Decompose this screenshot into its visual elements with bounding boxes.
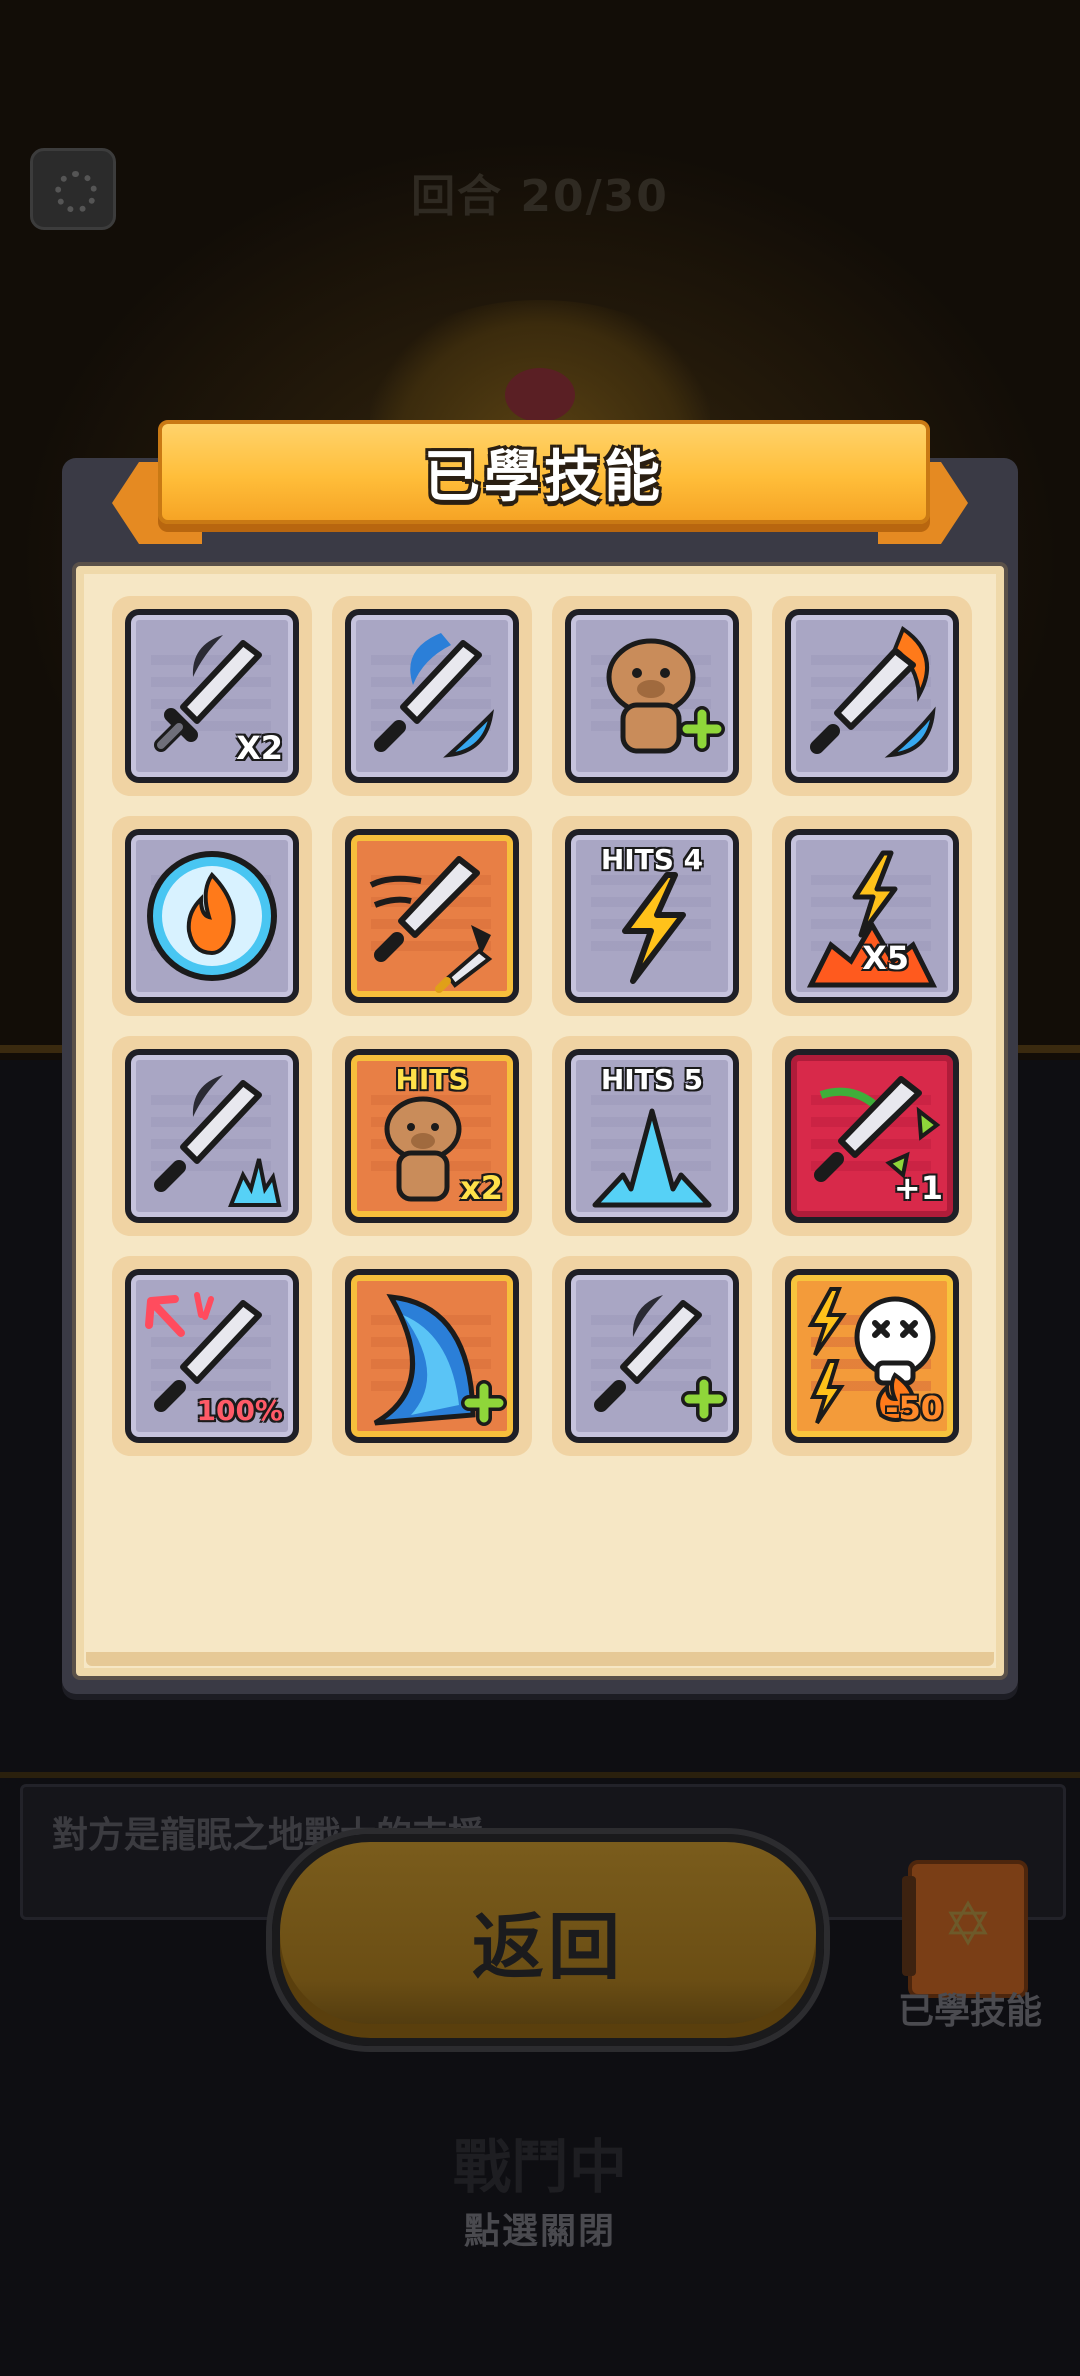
skill-slot [552, 1256, 752, 1456]
skill-slot: -50 [772, 1256, 972, 1456]
fire-orb-icon [147, 851, 277, 981]
skill-badge: HITS 5 [600, 1063, 704, 1096]
skill-tile[interactable] [345, 829, 519, 1003]
skill-tile[interactable]: X2 [125, 609, 299, 783]
skill-tile[interactable]: +1 [785, 1049, 959, 1223]
skill-tile[interactable]: HITS x2 [345, 1049, 519, 1223]
bottom-status-text: 戰鬥中 [452, 2133, 627, 2201]
skill-tile[interactable]: X5 [785, 829, 959, 1003]
wave-plus-icon [373, 1294, 507, 1426]
crest-gem-icon [505, 368, 575, 422]
skill-slot: HITS 4 [552, 816, 752, 1016]
skill-badge: +1 [893, 1169, 943, 1207]
skill-badge: -50 [885, 1389, 943, 1427]
skill-tile[interactable]: -50 [785, 1269, 959, 1443]
panel-title-banner: 已學技能 [158, 420, 930, 524]
skill-slot [112, 1036, 312, 1236]
round-counter: 回合 20/30 [411, 171, 669, 222]
skill-slot: +1 [772, 1036, 972, 1236]
learned-skills-side-label: 已學技能 [897, 1991, 1042, 2032]
learned-skills-side-button[interactable]: ✡ [902, 1860, 1028, 1998]
skill-grid: X2 HITS 4 X5 HITS x2 HITS 5 +1 100% -50 [112, 596, 972, 1456]
book-star-icon: ✡ [942, 1890, 994, 1960]
skill-tile[interactable] [345, 1269, 519, 1443]
skill-slot [552, 596, 752, 796]
skill-tile[interactable] [565, 609, 739, 783]
return-button-label: 返回 [471, 1904, 624, 1989]
skill-badge: HITS [395, 1063, 469, 1096]
skill-tile[interactable] [125, 1049, 299, 1223]
skill-badge: X2 [236, 729, 283, 767]
skill-tile[interactable] [565, 1269, 739, 1443]
capybara-plus-icon [606, 638, 725, 754]
skill-slot [332, 816, 532, 1016]
skill-badge: HITS 4 [600, 843, 704, 876]
skill-slot: HITS x2 [332, 1036, 532, 1236]
skill-slot: X5 [772, 816, 972, 1016]
skill-slot [332, 596, 532, 796]
sword-wave-icon [374, 633, 495, 758]
skill-slot: 100% [112, 1256, 312, 1456]
divider [0, 1772, 1080, 1778]
sword-split-icon [369, 856, 493, 993]
skill-tile[interactable]: HITS 4 [565, 829, 739, 1003]
sword-scythe-plus-icon [594, 1295, 727, 1422]
skill-tile[interactable]: HITS 5 [565, 1049, 739, 1223]
skill-badge-multiplier: x2 [460, 1169, 503, 1207]
skill-slot [772, 596, 972, 796]
skill-tile[interactable]: 100% [125, 1269, 299, 1443]
skill-badge: X5 [862, 939, 909, 977]
skill-tile[interactable] [785, 609, 959, 783]
skill-slot [332, 1256, 532, 1456]
skill-slot: X2 [112, 596, 312, 796]
panel-title: 已學技能 [424, 444, 664, 510]
sword-scythe-ice-icon [154, 1075, 282, 1207]
skill-slot: HITS 5 [552, 1036, 752, 1236]
tap-to-close-hint[interactable]: 點選關閉 [0, 2202, 1080, 2254]
sword-fire-wave-icon [810, 625, 936, 758]
skill-badge: 100% [196, 1394, 283, 1427]
skill-slot [112, 816, 312, 1016]
skill-tile[interactable] [345, 609, 519, 783]
skill-tile[interactable] [125, 829, 299, 1003]
return-button[interactable]: 返回 [272, 1834, 824, 2046]
